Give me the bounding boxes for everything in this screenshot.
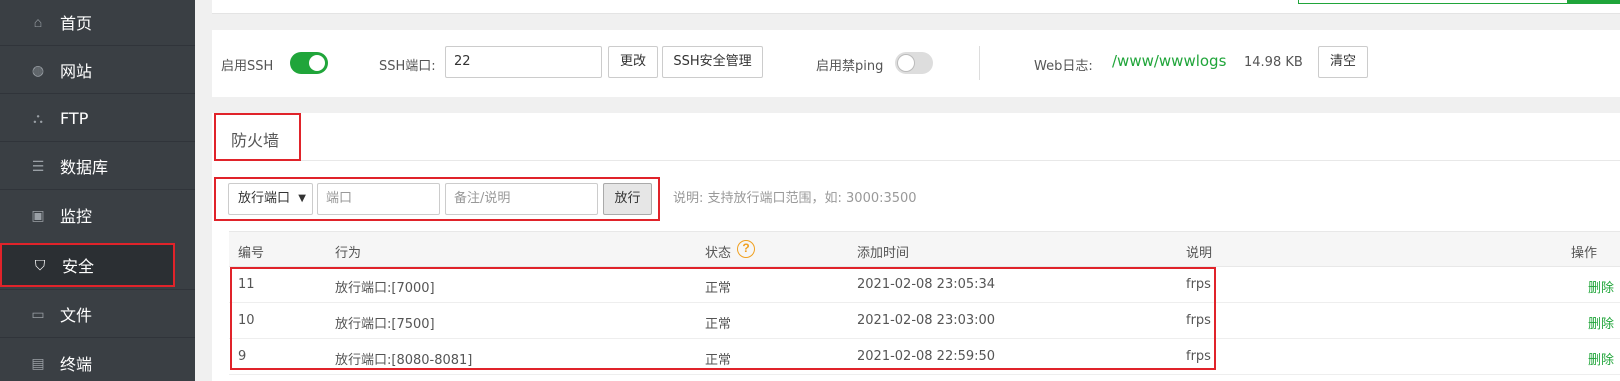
database-icon: ☰	[31, 158, 45, 174]
sidebar-item-terminal[interactable]: ▤ 终端	[0, 341, 195, 381]
enable-ssh-toggle[interactable]	[290, 52, 328, 74]
sidebar-item-home[interactable]: ⌂ 首页	[0, 0, 195, 44]
sidebar-item-label: FTP	[60, 108, 89, 128]
ping-label: 启用禁ping	[816, 59, 884, 74]
firewall-rules-table: 编号 行为 状态 ? 添加时间 说明 操作 11 放行端口:[7000] 正常 …	[229, 231, 1620, 381]
header-added-time: 添加时间	[857, 246, 910, 261]
note-input[interactable]: 备注/说明	[445, 183, 598, 215]
monitor-icon: ▣	[31, 207, 45, 223]
sidebar-item-monitor[interactable]: ▣ 监控	[0, 193, 195, 237]
sidebar-item-files[interactable]: ▭ 文件	[0, 292, 195, 336]
firewall-panel: 防火墙 放行端口 ▼ 端口 备注/说明 放行 说明: 支持放行端口范围，如: 3…	[212, 113, 1620, 381]
chevron-down-icon: ▼	[298, 193, 306, 204]
sidebar-item-database[interactable]: ☰ 数据库	[0, 144, 195, 188]
ftp-icon: ⛬	[33, 110, 43, 126]
search-input[interactable]	[1298, 0, 1568, 4]
toggle-knob	[898, 55, 914, 71]
clear-log-button[interactable]: 清空	[1318, 46, 1368, 78]
port-placeholder: 端口	[326, 191, 353, 206]
firewall-title-box: 防火墙	[214, 113, 301, 161]
globe-icon: ◍	[31, 62, 45, 78]
divider	[979, 46, 980, 80]
sidebar-item-label: 安全	[62, 257, 95, 276]
header-id: 编号	[238, 246, 265, 261]
header-note: 说明	[1186, 246, 1213, 261]
ssh-port-input[interactable]: 22	[445, 46, 602, 78]
delete-link[interactable]: 删除	[1588, 277, 1614, 296]
sidebar-item-security[interactable]: ⛉ 安全	[0, 243, 175, 287]
help-icon[interactable]: ?	[737, 240, 755, 258]
change-port-button[interactable]: 更改	[608, 46, 658, 78]
sidebar-item-label: 终端	[60, 355, 93, 374]
firewall-title: 防火墙	[231, 131, 280, 150]
note-placeholder: 备注/说明	[454, 191, 511, 206]
shield-icon: ⛉	[34, 257, 46, 273]
rule-type-select[interactable]: 放行端口 ▼	[228, 183, 313, 215]
enable-ssh-label: 启用SSH	[221, 59, 274, 74]
sidebar-item-website[interactable]: ◍ 网站	[0, 48, 195, 92]
divider	[0, 141, 195, 142]
sidebar-item-label: 监控	[60, 207, 93, 226]
rule-type-value: 放行端口	[238, 191, 291, 206]
delete-link[interactable]: 删除	[1588, 349, 1614, 368]
divider	[0, 337, 195, 338]
firewall-hint: 说明: 支持放行端口范围，如: 3000:3500	[673, 191, 917, 206]
weblog-label: Web日志:	[1034, 59, 1093, 74]
add-rule-form: 放行端口 ▼ 端口 备注/说明 放行	[214, 177, 660, 221]
port-input[interactable]: 端口	[317, 183, 440, 215]
weblog-path-link[interactable]: /www/wwwlogs	[1112, 52, 1226, 70]
main-content: 启用SSH SSH端口: 22 更改 SSH安全管理 启用禁ping Web日志…	[195, 0, 1620, 381]
header-status: 状态	[705, 246, 732, 261]
sidebar-item-label: 网站	[60, 62, 93, 81]
search-button[interactable]	[1568, 0, 1620, 4]
home-icon: ⌂	[33, 14, 43, 30]
sidebar-item-ftp[interactable]: ⛬ FTP	[0, 96, 195, 140]
divider	[0, 289, 195, 290]
divider	[0, 45, 195, 46]
sidebar-item-label: 文件	[60, 306, 93, 325]
divider	[0, 189, 195, 190]
weblog-size: 14.98 KB	[1244, 55, 1303, 70]
header-action: 行为	[335, 246, 362, 261]
sidebar: ⌂ 首页 ◍ 网站 ⛬ FTP ☰ 数据库 ▣ 监控 ⛉ 安全 ▭ 文件 ▤ 终…	[0, 0, 195, 381]
ssh-settings-panel: 启用SSH SSH端口: 22 更改 SSH安全管理 启用禁ping Web日志…	[212, 30, 1620, 97]
highlighted-rows-box	[230, 267, 1216, 370]
ssh-port-label: SSH端口:	[379, 59, 436, 74]
divider	[0, 93, 195, 94]
header-ops: 操作	[1571, 246, 1598, 261]
sidebar-item-label: 数据库	[60, 158, 109, 177]
sidebar-item-label: 首页	[60, 14, 93, 33]
divider	[301, 160, 1620, 161]
folder-icon: ▭	[31, 306, 45, 322]
ssh-security-button[interactable]: SSH安全管理	[662, 46, 763, 78]
table-header: 编号 行为 状态 ? 添加时间 说明 操作	[229, 231, 1620, 267]
allow-button[interactable]: 放行	[603, 183, 652, 215]
delete-link[interactable]: 删除	[1588, 313, 1614, 332]
top-card	[212, 0, 1620, 14]
ping-toggle[interactable]	[895, 52, 933, 74]
terminal-icon: ▤	[31, 355, 45, 371]
toggle-knob	[309, 55, 325, 71]
